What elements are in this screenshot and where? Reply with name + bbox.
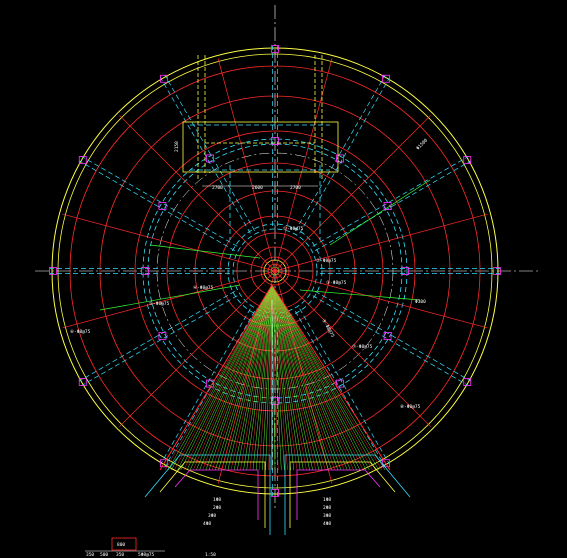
- dim-label-1: 2700: [212, 185, 223, 191]
- bottom-label: 5Φ8@75: [138, 552, 155, 558]
- right-legend-2: 2Φ8: [323, 505, 331, 511]
- scale-1: 350: [86, 552, 94, 558]
- right-legend-3: 3Φ8: [323, 513, 331, 519]
- ring-label-2: ②-Φ8@75: [316, 258, 337, 264]
- left-legend-1: 1Φ8: [213, 497, 221, 503]
- scale-3: 350: [116, 552, 124, 558]
- right-legend-4: 4Φ8: [323, 521, 331, 527]
- dim-label-3: 2700: [290, 185, 301, 191]
- scale-top: 800: [117, 542, 125, 548]
- left-legend-4: 4Φ8: [203, 521, 211, 527]
- left-legend-3: 3Φ8: [208, 513, 216, 519]
- ring-label-3: ③-Φ8@75: [326, 280, 347, 286]
- dim-label-2: 2600: [252, 185, 263, 191]
- center-note: Φ300: [415, 299, 426, 305]
- dim-vertical-label: 2150: [174, 141, 180, 152]
- bottom-note: 1:50: [205, 552, 216, 558]
- ring-label-6: ⑥-Φ8@75: [70, 329, 91, 335]
- left-legend-2: 2Φ8: [213, 505, 221, 511]
- scale-2: 500: [100, 552, 108, 558]
- ring-label-8: ⑧-Φ8@75: [400, 404, 421, 410]
- ring-label-4: ④-Φ8@75: [193, 285, 214, 291]
- ring-label-1: ①-Φ8@75: [283, 226, 304, 232]
- right-legend-1: 1Φ8: [323, 497, 331, 503]
- drawing-background: [0, 0, 567, 558]
- ring-label-5: ⑤-Φ8@75: [149, 301, 170, 307]
- cad-drawing: 2700 2600 2700 2150 ①-Φ8@75 ②-Φ8@75 ③-Φ8…: [0, 0, 567, 558]
- ring-label-7: ⑦-Φ8@75: [352, 344, 373, 350]
